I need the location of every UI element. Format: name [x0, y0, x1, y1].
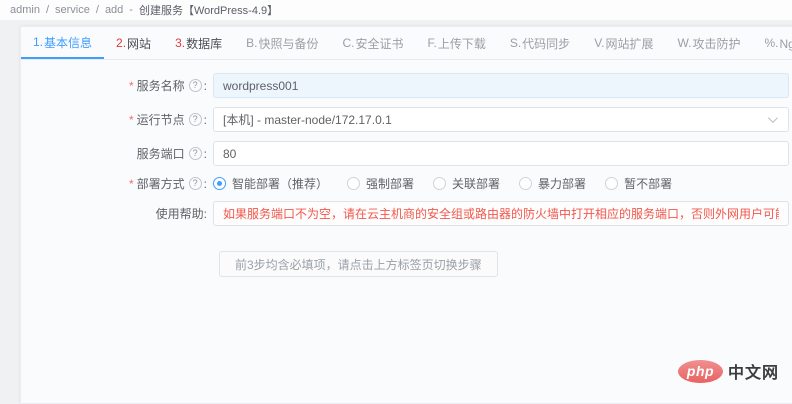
php-cn-logo: php 中文网: [678, 359, 779, 383]
tab-prefix: B.: [246, 36, 257, 50]
tab-site-extension[interactable]: V.网站扩展: [582, 27, 665, 59]
run-node-row: * 运行节点 ? : [本机] - master-node/172.17.0.1: [21, 107, 792, 132]
tab-label: 快照与备份: [258, 35, 318, 52]
breadcrumb: admin / service / add - 创建服务【WordPress-4…: [0, 0, 792, 20]
service-name-input[interactable]: [213, 73, 789, 98]
radio-circle: [347, 177, 360, 190]
required-mark: *: [129, 177, 134, 191]
breadcrumb-item-add[interactable]: add: [105, 4, 123, 16]
run-node-select[interactable]: [本机] - master-node/172.17.0.1: [213, 107, 789, 132]
tab-prefix: %.: [764, 36, 778, 50]
radio-link-deploy[interactable]: 关联部署: [433, 175, 500, 192]
tab-snapshot-backup[interactable]: B.快照与备份: [234, 27, 330, 59]
php-logo-badge: php: [678, 360, 723, 383]
basic-info-form: * 服务名称 ? : * 运行节点 ? : [本机] - master-node…: [21, 60, 792, 277]
breadcrumb-dash: -: [129, 4, 133, 16]
tab-label: 代码同步: [522, 35, 570, 52]
tab-prefix: S.: [510, 36, 521, 50]
run-node-label: * 运行节点 ? :: [21, 111, 213, 128]
service-name-label: * 服务名称 ? :: [21, 77, 213, 94]
radio-circle: [519, 177, 532, 190]
usage-help-row: 使用帮助 :: [21, 201, 792, 226]
tab-label: 网站: [127, 35, 151, 52]
tab-database[interactable]: 3.数据库: [163, 27, 234, 59]
php-logo-text: 中文网: [728, 359, 779, 383]
tab-ssl-cert[interactable]: C.安全证书: [330, 27, 415, 59]
switch-step-note-button[interactable]: 前3步均含必填项，请点击上方标签页切换步骤: [219, 251, 498, 277]
radio-circle-checked: [213, 177, 226, 190]
usage-help-label: 使用帮助 :: [21, 205, 213, 222]
create-service-panel: 1.基本信息 2.网站 3.数据库 B.快照与备份 C.安全证书 F.上传下载 …: [20, 26, 792, 404]
radio-smart-deploy[interactable]: 智能部署（推荐）: [213, 175, 328, 192]
question-circle-icon[interactable]: ?: [189, 79, 202, 92]
tab-nginx-config[interactable]: %.Nginx配置: [752, 27, 792, 59]
tab-prefix: 3.: [175, 36, 185, 50]
breadcrumb-item-admin[interactable]: admin: [10, 4, 40, 16]
radio-force-deploy[interactable]: 强制部署: [347, 175, 414, 192]
tab-label: 上传下载: [438, 35, 486, 52]
tab-upload-download[interactable]: F.上传下载: [415, 27, 497, 59]
required-mark: *: [129, 79, 134, 93]
service-port-input[interactable]: [213, 141, 789, 166]
radio-circle: [605, 177, 618, 190]
deploy-method-row: * 部署方式 ? : 智能部署（推荐） 强制部署 关联部署: [21, 175, 792, 192]
service-port-row: 服务端口 ? :: [21, 141, 792, 166]
breadcrumb-separator: /: [46, 4, 49, 16]
tab-label: Nginx配置: [779, 35, 792, 52]
page-title: 创建服务【WordPress-4.9】: [139, 2, 278, 18]
radio-brute-deploy[interactable]: 暴力部署: [519, 175, 586, 192]
deploy-method-label: * 部署方式 ? :: [21, 175, 213, 192]
breadcrumb-item-service[interactable]: service: [55, 4, 90, 16]
tab-prefix: 1.: [33, 35, 43, 49]
tab-code-sync[interactable]: S.代码同步: [498, 27, 582, 59]
tab-prefix: W.: [677, 36, 691, 50]
tab-attack-protection[interactable]: W.攻击防护: [665, 27, 752, 59]
tab-prefix: V.: [594, 36, 604, 50]
tab-label: 数据库: [186, 35, 222, 52]
tab-prefix: F.: [427, 36, 436, 50]
tab-prefix: 2.: [116, 36, 126, 50]
tab-label: 安全证书: [355, 35, 403, 52]
tab-label: 攻击防护: [692, 35, 740, 52]
required-mark: *: [129, 113, 134, 127]
question-circle-icon[interactable]: ?: [189, 147, 202, 160]
tab-website[interactable]: 2.网站: [104, 27, 163, 59]
question-circle-icon[interactable]: ?: [189, 177, 202, 190]
radio-circle: [433, 177, 446, 190]
question-circle-icon[interactable]: ?: [189, 113, 202, 126]
deploy-method-radio-group: 智能部署（推荐） 强制部署 关联部署 暴力部署 暂不部署: [213, 175, 789, 192]
usage-help-text: [213, 201, 789, 226]
service-port-label: 服务端口 ? :: [21, 145, 213, 162]
chevron-down-icon: [768, 113, 778, 123]
radio-no-deploy[interactable]: 暂不部署: [605, 175, 672, 192]
tab-label: 网站扩展: [605, 35, 653, 52]
run-node-selected-value: [本机] - master-node/172.17.0.1: [223, 111, 392, 128]
tab-basic-info[interactable]: 1.基本信息: [21, 27, 104, 59]
wizard-tabbar: 1.基本信息 2.网站 3.数据库 B.快照与备份 C.安全证书 F.上传下载 …: [21, 27, 792, 60]
tab-prefix: C.: [342, 36, 354, 50]
service-name-row: * 服务名称 ? :: [21, 73, 792, 98]
breadcrumb-separator: /: [96, 4, 99, 16]
tab-label: 基本信息: [44, 34, 92, 51]
